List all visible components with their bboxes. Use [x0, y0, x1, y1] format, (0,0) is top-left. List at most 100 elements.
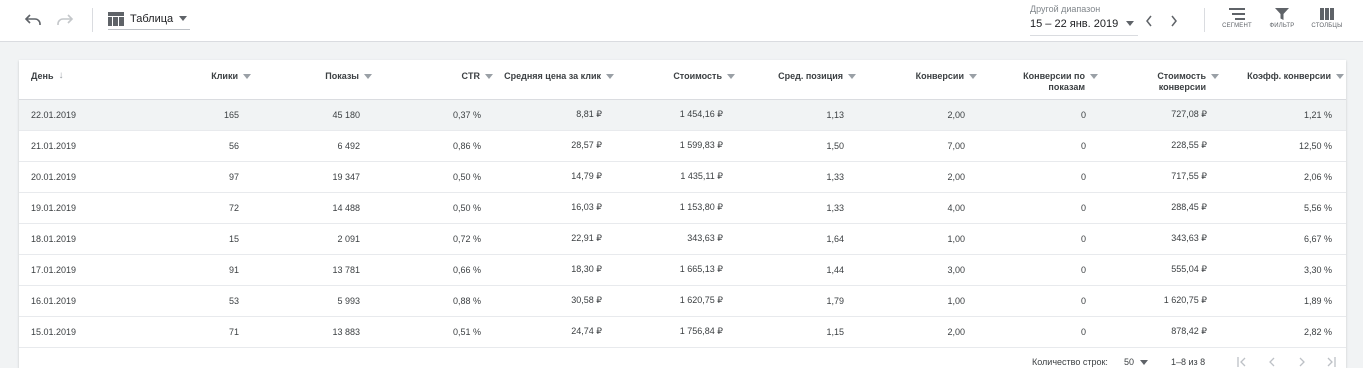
column-header-label: Конверсии по показам: [1023, 71, 1085, 92]
table-body: 22.01.2019 165 45 180 0,37 % 8,81 ₽1 454,16 …: [19, 99, 1346, 348]
cell-ctr: 0,50 %: [374, 161, 495, 193]
cell-avg-position: 1,50: [737, 130, 858, 162]
previous-period-icon[interactable]: [1142, 14, 1156, 28]
table-row[interactable]: 22.01.2019 165 45 180 0,37 % 8,81 ₽1 454,16 …: [19, 99, 1346, 131]
sort-icon: [485, 74, 493, 79]
cell-avg-cpc: 18,30 ₽: [495, 254, 616, 286]
segment-label: СЕГМЕНТ: [1222, 23, 1252, 29]
cell-conversion-rate: 3,30 %: [1221, 254, 1346, 286]
columns-icon: [1320, 8, 1334, 20]
column-header-impressions[interactable]: Показы: [253, 60, 374, 100]
filter-button[interactable]: ФИЛЬТР: [1262, 8, 1302, 38]
column-header-view-conversions[interactable]: Конверсии по показам: [979, 60, 1100, 100]
columns-button[interactable]: СТОЛБЦЫ: [1307, 8, 1347, 38]
column-header-ctr[interactable]: CTR: [374, 60, 495, 100]
undo-icon[interactable]: [21, 9, 45, 31]
cell-ctr: 0,37 %: [374, 99, 495, 131]
rows-per-page-value: 50: [1124, 357, 1135, 367]
previous-page-icon[interactable]: [1264, 354, 1280, 368]
column-header-label: Средняя цена за клик: [504, 71, 601, 81]
table-footer: Количество строк: 50 1–8 из 8: [19, 346, 1346, 368]
column-header-label: Стоимость конверсии: [1157, 71, 1206, 92]
column-header-clicks[interactable]: Клики: [149, 60, 253, 100]
cell-conversions: 7,00: [858, 130, 979, 162]
toolbar-divider: [92, 8, 93, 32]
table-row[interactable]: 15.01.2019 71 13 883 0,51 % 24,74 ₽1 756,84 …: [19, 316, 1346, 348]
column-header-day[interactable]: День ↓: [19, 60, 149, 100]
segment-icon: [1229, 8, 1245, 20]
cell-cost: 1 153,80 ₽: [616, 192, 737, 224]
view-selector-label: Таблица: [130, 12, 174, 25]
cell-cost: 1 620,75 ₽: [616, 285, 737, 317]
cell-conversion-rate: 2,06 %: [1221, 161, 1346, 193]
date-range-value: 15 – 22 янв. 2019: [1030, 18, 1119, 30]
cell-avg-position: 1,33: [737, 192, 858, 224]
cell-avg-cpc: 14,79 ₽: [495, 161, 616, 193]
cell-conversion-rate: 5,56 %: [1221, 192, 1346, 224]
first-page-icon[interactable]: [1234, 354, 1250, 368]
cell-view-conversions: 0: [979, 161, 1100, 193]
table-row[interactable]: 21.01.2019 56 6 492 0,86 % 28,57 ₽1 599,83 ₽…: [19, 130, 1346, 162]
cell-avg-cpc: 22,91 ₽: [495, 223, 616, 255]
sort-icon: [969, 74, 977, 79]
cell-ctr: 0,88 %: [374, 285, 495, 317]
sort-descending-icon: ↓: [58, 70, 64, 81]
column-header-conversion-rate[interactable]: Коэфф. конверсии: [1221, 60, 1346, 100]
toolbar-divider: [1204, 8, 1205, 32]
cell-impressions: 19 347: [253, 161, 374, 193]
columns-label: СТОЛБЦЫ: [1311, 23, 1343, 29]
cell-avg-position: 1,33: [737, 161, 858, 193]
cell-day: 18.01.2019: [19, 223, 149, 255]
cell-impressions: 13 781: [253, 254, 374, 286]
column-header-cost[interactable]: Стоимость: [616, 60, 737, 100]
column-header-cost-per-conversion[interactable]: Стоимость конверсии: [1100, 60, 1221, 100]
column-header-conversions[interactable]: Конверсии: [858, 60, 979, 100]
cell-avg-cpc: 8,81 ₽: [495, 99, 616, 131]
cell-conversion-rate: 6,67 %: [1221, 223, 1346, 255]
table-row[interactable]: 20.01.2019 97 19 347 0,50 % 14,79 ₽1 435,11 …: [19, 161, 1346, 193]
column-header-label: День: [31, 71, 54, 81]
table-row[interactable]: 18.01.2019 15 2 091 0,72 % 22,91 ₽343,63 ₽1,…: [19, 223, 1346, 255]
chevron-down-icon: [1126, 21, 1134, 26]
cell-cost: 1 756,84 ₽: [616, 316, 737, 348]
cell-clicks: 15: [149, 223, 253, 255]
column-header-avg-cpc[interactable]: Средняя цена за клик: [495, 60, 616, 100]
sort-icon: [1336, 74, 1344, 79]
next-period-icon[interactable]: [1167, 14, 1181, 28]
cell-day: 15.01.2019: [19, 316, 149, 348]
cell-view-conversions: 0: [979, 99, 1100, 131]
cell-cost-per-conversion: 878,42 ₽: [1100, 316, 1221, 348]
cell-conversion-rate: 12,50 %: [1221, 130, 1346, 162]
cell-impressions: 2 091: [253, 223, 374, 255]
cell-day: 22.01.2019: [19, 99, 149, 131]
redo-icon[interactable]: [53, 9, 77, 31]
sort-icon: [848, 74, 856, 79]
table-row[interactable]: 17.01.2019 91 13 781 0,66 % 18,30 ₽1 665,13 …: [19, 254, 1346, 286]
cell-view-conversions: 0: [979, 130, 1100, 162]
statistics-table-card: День ↓ Клики Показы CTR Средняя цена за к…: [19, 60, 1346, 368]
toolbar: Таблица Другой диапазон 15 – 22 янв. 201…: [0, 0, 1363, 42]
rows-per-page-select[interactable]: 50: [1124, 357, 1149, 367]
view-selector[interactable]: Таблица: [108, 10, 191, 30]
sort-icon: [1090, 74, 1098, 79]
last-page-icon[interactable]: [1323, 354, 1339, 368]
segment-button[interactable]: СЕГМЕНТ: [1217, 8, 1257, 38]
cell-avg-cpc: 24,74 ₽: [495, 316, 616, 348]
cell-clicks: 165: [149, 99, 253, 131]
cell-conversions: 4,00: [858, 192, 979, 224]
next-page-icon[interactable]: [1294, 354, 1310, 368]
column-header-label: Стоимость: [673, 71, 722, 81]
cell-ctr: 0,66 %: [374, 254, 495, 286]
cell-clicks: 97: [149, 161, 253, 193]
cell-cost-per-conversion: 228,55 ₽: [1100, 130, 1221, 162]
sort-icon: [1211, 74, 1219, 79]
cell-avg-cpc: 30,58 ₽: [495, 285, 616, 317]
column-header-avg-position[interactable]: Сред. позиция: [737, 60, 858, 100]
statistics-table: День ↓ Клики Показы CTR Средняя цена за к…: [19, 60, 1346, 348]
rows-per-page-label: Количество строк:: [1032, 357, 1108, 367]
table-row[interactable]: 16.01.2019 53 5 993 0,88 % 30,58 ₽1 620,75 ₽…: [19, 285, 1346, 317]
cell-conversions: 2,00: [858, 316, 979, 348]
date-range-picker[interactable]: Другой диапазон 15 – 22 янв. 2019: [1030, 4, 1138, 36]
cell-conversion-rate: 1,89 %: [1221, 285, 1346, 317]
table-row[interactable]: 19.01.2019 72 14 488 0,50 % 16,03 ₽1 153,80 …: [19, 192, 1346, 224]
